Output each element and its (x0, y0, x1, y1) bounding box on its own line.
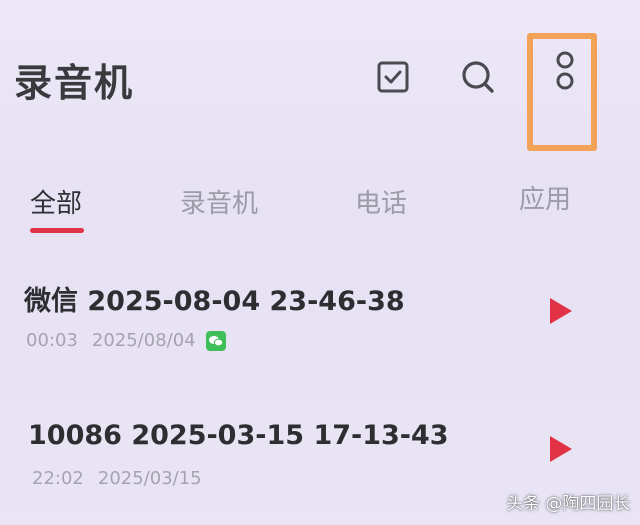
tab-recorder[interactable]: 录音机 (180, 186, 258, 222)
play-button[interactable] (546, 432, 576, 466)
recorder-screen: 录音机 全部 录音机 电话 应用 微信 2025-08-04 23-46-38 … (0, 0, 640, 525)
recording-title: 微信 2025-08-04 23-46-38 (24, 286, 405, 317)
wechat-icon (205, 331, 226, 351)
search-icon (462, 61, 494, 93)
active-tab-indicator (30, 228, 84, 233)
more-options-button[interactable] (547, 46, 583, 102)
watermark: 头条 @陶四园长 (506, 494, 631, 514)
more-vertical-icon (556, 51, 574, 90)
recording-meta: 00:03 2025/08/04 (26, 328, 226, 354)
recording-title: 10086 2025-03-15 17-13-43 (28, 420, 449, 451)
recording-meta: 22:02 2025/03/15 (32, 466, 202, 492)
tab-phone[interactable]: 电话 (355, 186, 407, 222)
recording-duration: 00:03 (26, 330, 78, 351)
tab-app[interactable]: 应用 (519, 182, 571, 218)
play-icon (550, 436, 572, 462)
recording-item[interactable]: 微信 2025-08-04 23-46-38 00:03 2025/08/04 (0, 270, 640, 370)
category-tabs: 全部 录音机 电话 应用 (0, 178, 640, 238)
play-button[interactable] (546, 294, 576, 328)
app-header: 录音机 (0, 0, 640, 151)
search-button[interactable] (455, 54, 501, 100)
recording-date: 2025/03/15 (97, 468, 202, 489)
tab-all[interactable]: 全部 (30, 186, 82, 222)
checkbox-icon (377, 61, 409, 93)
recording-date: 2025/08/04 (91, 330, 196, 351)
play-icon (550, 298, 572, 324)
multi-select-button[interactable] (370, 54, 416, 100)
recording-duration: 22:02 (32, 468, 84, 489)
page-title: 录音机 (14, 61, 135, 105)
